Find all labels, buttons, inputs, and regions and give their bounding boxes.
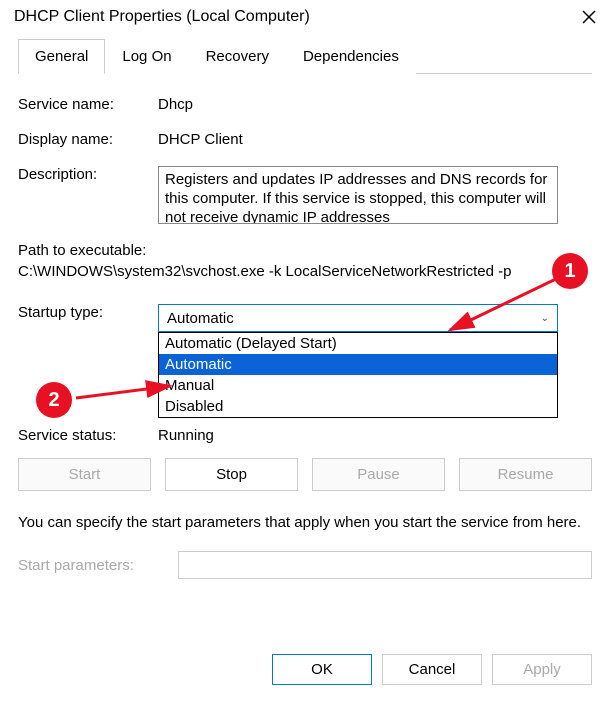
path-label: Path to executable:	[18, 242, 592, 259]
row-service-status: Service status: Running	[18, 427, 592, 444]
apply-button: Apply	[492, 654, 592, 685]
pause-button: Pause	[312, 458, 445, 491]
startup-type-select[interactable]: Automatic ⌄	[158, 304, 558, 332]
display-name-label: Display name:	[18, 131, 158, 148]
resume-button: Resume	[459, 458, 592, 491]
start-parameters-hint: You can specify the start parameters tha…	[18, 513, 592, 533]
service-name-value: Dhcp	[158, 96, 592, 113]
annotation-badge-1: 1	[552, 253, 588, 289]
service-status-value: Running	[158, 427, 214, 444]
row-display-name: Display name: DHCP Client	[18, 131, 592, 148]
start-parameters-label: Start parameters:	[18, 557, 178, 574]
startup-type-dropdown: Automatic (Delayed Start) Automatic Manu…	[158, 332, 558, 418]
tab-general[interactable]: General	[18, 39, 105, 74]
stop-button[interactable]: Stop	[165, 458, 298, 491]
window-title: DHCP Client Properties (Local Computer)	[14, 8, 310, 26]
close-icon[interactable]	[580, 8, 598, 26]
option-manual[interactable]: Manual	[159, 375, 557, 396]
annotation-badge-2: 2	[36, 382, 72, 418]
tab-strip: General Log On Recovery Dependencies	[18, 38, 592, 74]
tab-dependencies[interactable]: Dependencies	[286, 39, 416, 74]
description-label: Description:	[18, 166, 158, 224]
chevron-down-icon: ⌄	[541, 313, 549, 324]
start-parameters-input	[178, 551, 592, 579]
option-disabled[interactable]: Disabled	[159, 396, 557, 417]
option-automatic[interactable]: Automatic	[159, 354, 557, 375]
startup-type-value: Automatic	[167, 310, 234, 327]
service-control-buttons: Start Stop Pause Resume	[18, 458, 592, 491]
description-box[interactable]: Registers and updates IP addresses and D…	[158, 166, 558, 224]
tab-logon[interactable]: Log On	[105, 39, 188, 74]
dialog-buttons: OK Cancel Apply	[254, 644, 610, 695]
dialog-content: General Log On Recovery Dependencies Ser…	[0, 32, 610, 595]
row-start-parameters: Start parameters:	[18, 551, 592, 579]
titlebar: DHCP Client Properties (Local Computer)	[0, 0, 610, 32]
cancel-button[interactable]: Cancel	[382, 654, 482, 685]
option-delayed[interactable]: Automatic (Delayed Start)	[159, 333, 557, 354]
path-value: C:\WINDOWS\system32\svchost.exe -k Local…	[18, 263, 592, 280]
startup-type-label: Startup type:	[18, 304, 158, 332]
tab-recovery[interactable]: Recovery	[189, 39, 286, 74]
display-name-value: DHCP Client	[158, 131, 592, 148]
service-name-label: Service name:	[18, 96, 158, 113]
row-service-name: Service name: Dhcp	[18, 96, 592, 113]
row-description: Description: Registers and updates IP ad…	[18, 166, 592, 224]
service-status-label: Service status:	[18, 427, 158, 444]
start-button: Start	[18, 458, 151, 491]
ok-button[interactable]: OK	[272, 654, 372, 685]
row-startup-type: Startup type: Automatic ⌄ Automatic (Del…	[18, 304, 592, 332]
